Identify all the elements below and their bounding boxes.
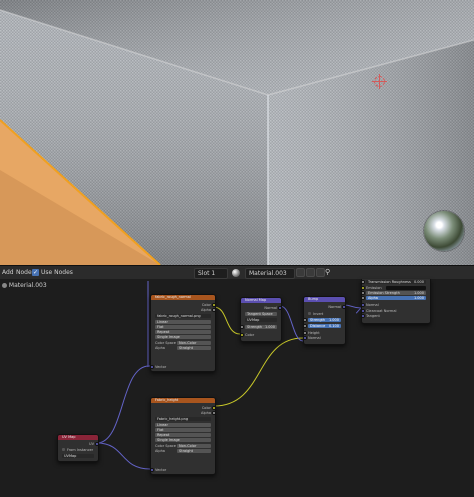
strength-field[interactable]: Strength 1.000 <box>245 325 277 329</box>
output-color-label: Color <box>201 303 211 307</box>
node-title: Bump <box>304 297 345 302</box>
invert-label: Invert <box>313 312 324 316</box>
bump-node[interactable]: Bump Normal Invert Strength 1.000 Distan… <box>303 296 346 345</box>
output-uv-label: UV <box>89 442 94 446</box>
3d-cursor[interactable] <box>372 74 387 89</box>
material-name-field[interactable]: Material.003 <box>245 268 295 279</box>
socket-input-clearcoat-normal[interactable] <box>362 309 365 313</box>
output-alpha-label: Alpha <box>201 308 211 312</box>
source-dropdown[interactable]: Single Image <box>155 335 211 339</box>
from-instancer-checkbox[interactable] <box>62 448 65 451</box>
clearcoat-normal-label: Clearcoat Normal <box>366 309 397 313</box>
transmission-roughness-field[interactable]: Transmission Roughness 0.000 <box>366 280 426 284</box>
image-texture-node-height[interactable]: Fabric_height Color Alpha Fabric_height.… <box>150 397 216 475</box>
socket-output-uv[interactable] <box>95 442 98 446</box>
input-vector-label: Vector <box>155 365 167 369</box>
fake-user-icon[interactable] <box>296 268 305 277</box>
from-instancer-label: From Instancer <box>67 448 94 452</box>
emission-strength-field[interactable]: Emission Strength 1.000 <box>366 291 426 295</box>
add-menu[interactable]: Add <box>2 269 14 276</box>
image-texture-node-normal[interactable]: fabric_rough_normal Color Alpha fabric_r… <box>150 294 216 372</box>
socket-input-color[interactable] <box>241 333 244 337</box>
socket-output-alpha[interactable] <box>212 308 215 312</box>
image-datablock-field[interactable]: fabric_rough_normal.png <box>155 314 211 318</box>
uv-map-field[interactable]: UVMap <box>62 454 94 458</box>
socket-input-transmission-roughness[interactable] <box>362 280 365 284</box>
input-vector-label: Vector <box>155 468 167 472</box>
socket-output-color[interactable] <box>212 406 215 410</box>
interpolation-dropdown[interactable]: Linear <box>155 423 211 427</box>
node-editor-canvas[interactable]: fabric_rough_normal Color Alpha fabric_r… <box>0 279 474 497</box>
input-color-label: Color <box>245 333 255 337</box>
alpha-mode-dropdown[interactable]: Straight <box>177 346 211 350</box>
output-alpha-label: Alpha <box>201 411 211 415</box>
socket-output-normal[interactable] <box>278 306 281 310</box>
output-normal-label: Normal <box>264 306 277 310</box>
invert-checkbox[interactable] <box>308 312 311 315</box>
socket-input-alpha[interactable] <box>362 296 365 300</box>
alpha-field[interactable]: Alpha 1.000 <box>366 296 426 300</box>
socket-input-emission-strength[interactable] <box>362 291 365 295</box>
viewport-scene <box>0 0 474 265</box>
socket-input-distance[interactable] <box>304 324 307 328</box>
image-datablock-field[interactable]: Fabric_height.png <box>155 417 211 421</box>
uv-map-node[interactable]: UV Map UV From Instancer UVMap <box>57 434 99 462</box>
output-normal-label: Normal <box>328 305 341 309</box>
use-nodes-checkbox[interactable]: ✓ <box>32 269 39 276</box>
socket-input-strength[interactable] <box>304 318 307 322</box>
emission-color-swatch[interactable] <box>386 286 426 290</box>
input-normal-label: Normal <box>308 336 321 340</box>
material-icon <box>2 283 7 288</box>
node-title: UV Map <box>58 435 98 440</box>
projection-dropdown[interactable]: Flat <box>155 428 211 432</box>
principled-bsdf-node[interactable]: Transmission Roughness 0.000 Emission Em… <box>361 279 431 324</box>
socket-input-vector[interactable] <box>151 365 154 369</box>
alpha-mode-dropdown[interactable]: Straight <box>177 449 211 453</box>
3d-viewport[interactable] <box>0 0 474 265</box>
strength-field[interactable]: Strength 1.000 <box>308 318 341 322</box>
socket-input-height[interactable] <box>304 331 307 335</box>
node-title: fabric_rough_normal <box>151 295 215 300</box>
pin-icon[interactable]: ⚲ <box>325 268 330 276</box>
extension-dropdown[interactable]: Repeat <box>155 330 211 334</box>
breadcrumb: Material.003 <box>2 282 47 289</box>
tangent-label: Tangent <box>366 314 380 318</box>
use-nodes-label: Use Nodes <box>41 269 73 276</box>
color-space-dropdown[interactable]: Non-Color <box>177 444 211 448</box>
socket-output-color[interactable] <box>212 303 215 307</box>
socket-input-emission[interactable] <box>362 286 365 290</box>
normal-label: Normal <box>366 303 379 307</box>
material-preview-icon[interactable] <box>232 269 240 277</box>
socket-output-alpha[interactable] <box>212 411 215 415</box>
hdri-preview-sphere[interactable] <box>424 211 464 251</box>
socket-input-vector[interactable] <box>151 468 154 472</box>
socket-input-strength[interactable] <box>241 325 244 329</box>
normal-map-node[interactable]: Normal Map Normal Tangent Space UVMap St… <box>240 297 282 342</box>
slot-dropdown[interactable]: Slot 1 <box>194 268 228 279</box>
socket-input-normal[interactable] <box>304 336 307 340</box>
unlink-material-icon[interactable] <box>316 268 325 277</box>
uv-map-field[interactable]: UVMap <box>245 318 277 322</box>
distance-field[interactable]: Distance 0.100 <box>308 324 341 328</box>
input-height-label: Height <box>308 331 320 335</box>
node-menu[interactable]: Node <box>16 269 32 276</box>
socket-output-normal[interactable] <box>342 305 345 309</box>
output-color-label: Color <box>201 406 211 410</box>
node-title: Fabric_height <box>151 398 215 403</box>
socket-input-tangent[interactable] <box>362 314 365 318</box>
node-title: Normal Map <box>241 298 281 303</box>
projection-dropdown[interactable]: Flat <box>155 325 211 329</box>
space-dropdown[interactable]: Tangent Space <box>245 312 277 316</box>
color-space-dropdown[interactable]: Non-Color <box>177 341 211 345</box>
interpolation-dropdown[interactable]: Linear <box>155 320 211 324</box>
source-dropdown[interactable]: Single Image <box>155 438 211 442</box>
extension-dropdown[interactable]: Repeat <box>155 433 211 437</box>
socket-input-normal[interactable] <box>362 303 365 307</box>
duplicate-material-icon[interactable] <box>306 268 315 277</box>
